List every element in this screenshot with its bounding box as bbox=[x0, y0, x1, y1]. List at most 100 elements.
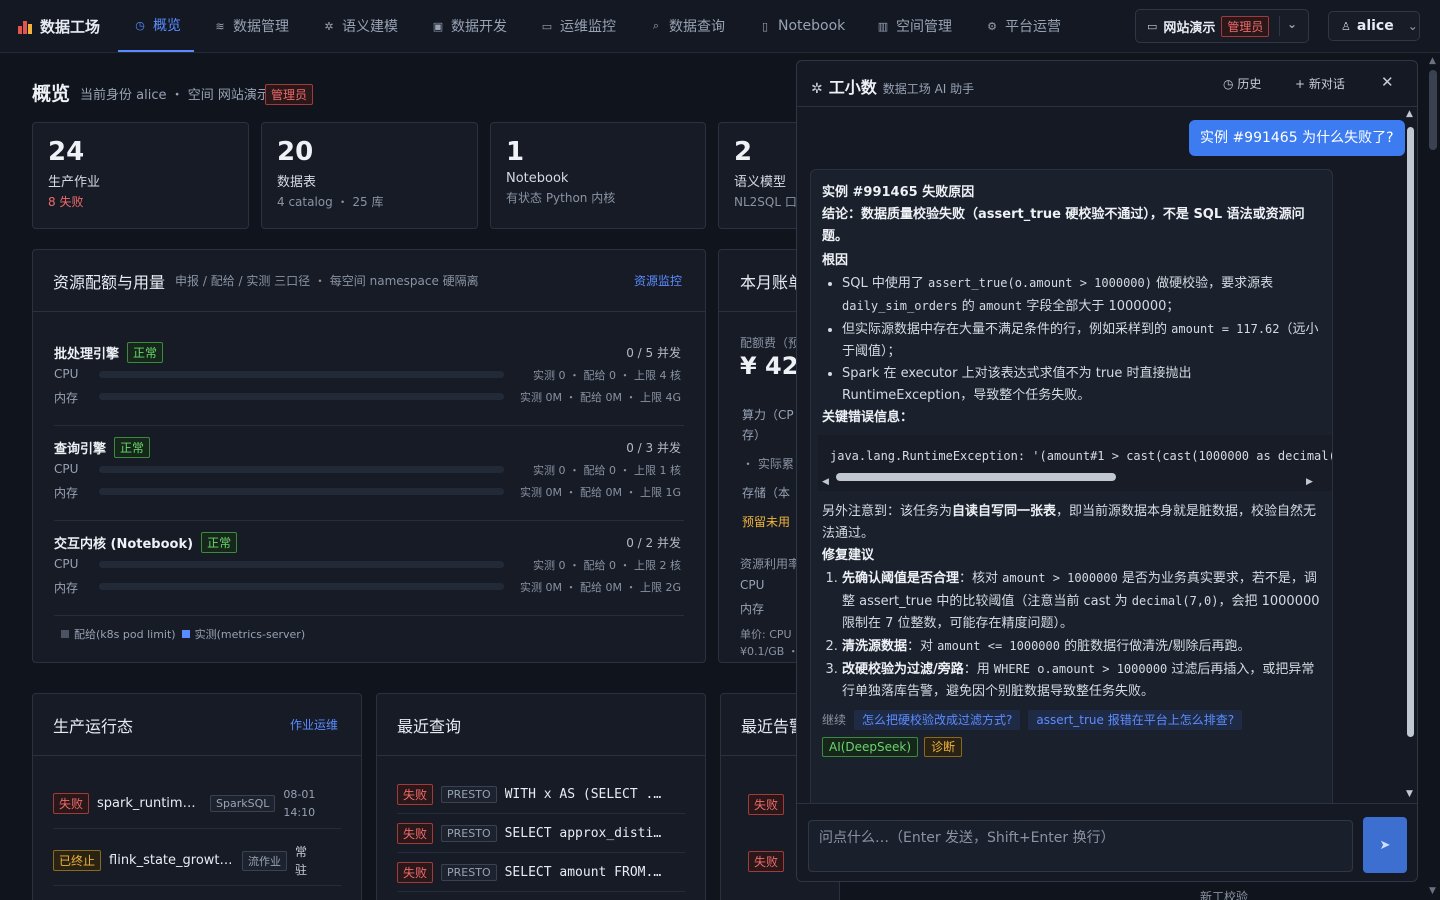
stat-card-notebook[interactable]: 1 Notebook 有状态 Python 内核 bbox=[490, 122, 706, 229]
error-code-block[interactable]: java.lang.RuntimeException: '(amount#1 >… bbox=[818, 435, 1332, 491]
user-name: alice bbox=[1356, 18, 1394, 34]
scrollbar-thumb[interactable] bbox=[836, 473, 1116, 481]
engine-tag: PRESTO bbox=[441, 864, 497, 881]
nav-label: 数据开发 bbox=[451, 19, 507, 35]
billing-compute-cont: 存） bbox=[742, 428, 767, 442]
nav-label: 数据管理 bbox=[233, 19, 289, 35]
resource-monitor-link[interactable]: 资源监控 bbox=[634, 272, 682, 289]
code-icon: ▣ bbox=[432, 19, 444, 33]
panel-header: 最近查询 bbox=[377, 694, 705, 756]
alert-footer-text: 新工校验 bbox=[1200, 890, 1249, 900]
code-run: daily_sim_orders bbox=[842, 299, 958, 313]
workspace-switcher[interactable]: ▭ 网站演示 管理员 ⌄ bbox=[1135, 9, 1309, 43]
scrollbar-thumb[interactable] bbox=[1407, 127, 1414, 737]
send-button[interactable]: ➤ bbox=[1363, 817, 1407, 873]
scroll-right-icon[interactable]: ▶ bbox=[1306, 471, 1313, 491]
nav-item-data-management[interactable]: ≋ 数据管理 bbox=[213, 0, 289, 52]
reply-heading: 实例 #991465 失败原因 bbox=[822, 182, 1321, 204]
reply-tags: AI(DeepSeek) 诊断 bbox=[822, 737, 1321, 757]
nav-label: 数据查询 bbox=[669, 19, 725, 35]
nav-item-notebook[interactable]: ▯ Notebook bbox=[758, 0, 845, 52]
scroll-up-icon[interactable]: ▲ bbox=[1406, 109, 1413, 119]
stat-sub: 4 catalog ・ 25 库 bbox=[277, 195, 384, 209]
gear-icon: ⚙ bbox=[987, 19, 997, 33]
nav-item-space-management[interactable]: ▥ 空间管理 bbox=[876, 0, 952, 52]
nav-item-data-development[interactable]: ▣ 数据开发 bbox=[431, 0, 507, 52]
query-sql: SELECT amount FROM... bbox=[504, 865, 665, 880]
cpu-label: CPU bbox=[54, 557, 79, 571]
stat-card-jobs[interactable]: 24 生产作业 8 失败 bbox=[32, 122, 249, 229]
concurrency: 0 / 2 并发 bbox=[626, 536, 681, 550]
memory-row: 内存 实测 0M ・ 配给 0M ・ 上限 4G bbox=[54, 385, 684, 407]
ai-assistant-panel: ✲ 工小数 数据工场 AI 助手 ◷ 历史 + 新对话 ✕ 实例 #991465… bbox=[796, 60, 1418, 882]
reply-heading-text: 实例 #991465 失败原因 bbox=[822, 185, 975, 200]
divider bbox=[54, 615, 684, 616]
error-title: 关键错误信息： bbox=[822, 407, 1321, 429]
query-sql: WITH x AS (SELECT ... bbox=[504, 787, 665, 802]
stat-card-tables[interactable]: 20 数据表 4 catalog ・ 25 库 bbox=[261, 122, 478, 229]
nav-label: 平台运营 bbox=[1005, 19, 1061, 35]
chevron-down-icon: ⌄ bbox=[1287, 17, 1298, 31]
status-badge: 失败 bbox=[53, 793, 90, 814]
assistant-name: 工小数 bbox=[828, 78, 877, 97]
bold-run: 自读自写同一张表 bbox=[952, 504, 1057, 519]
new-chat-button[interactable]: + 新对话 bbox=[1295, 75, 1345, 92]
nav-item-ops-monitoring[interactable]: ▭ 运维监控 bbox=[540, 0, 616, 52]
cpu-bar bbox=[99, 371, 504, 378]
divider bbox=[54, 425, 684, 426]
run-date: 08-01 bbox=[283, 787, 316, 801]
scroll-down-icon[interactable]: ▼ bbox=[1429, 886, 1436, 896]
list-item: Spark 在 executor 上对该表达式求值不为 true 时直接抛出 R… bbox=[842, 363, 1321, 407]
resource-quota-panel: 资源配额与用量 申报 / 配给 / 实测 三口径 ・ 每空间 namespace… bbox=[32, 249, 706, 663]
scroll-up-icon[interactable]: ▲ bbox=[1429, 56, 1436, 66]
cpu-value: 实测 0 ・ 配给 0 ・ 上限 2 核 bbox=[533, 559, 681, 572]
scroll-down-icon[interactable]: ▼ bbox=[1406, 789, 1413, 799]
nav-item-semantic-modeling[interactable]: ✲ 语义建模 bbox=[322, 0, 398, 52]
cpu-row: CPU 实测 0 ・ 配给 0 ・ 上限 4 核 bbox=[54, 363, 684, 385]
stat-value: 20 bbox=[277, 137, 314, 167]
page-title: 概览 bbox=[32, 83, 71, 105]
billing-price: 单价: CPU bbox=[740, 628, 792, 641]
vertical-scrollbar[interactable]: ▲ ▼ bbox=[1404, 107, 1417, 803]
scroll-left-icon[interactable]: ◀ bbox=[822, 471, 829, 491]
cpu-label: CPU bbox=[54, 367, 79, 381]
list-item: 清洗源数据：对 amount <= 1000000 的脏数据行做清洗/剔除后再跑… bbox=[842, 635, 1321, 658]
nav-label: 语义建模 bbox=[342, 19, 398, 35]
history-button[interactable]: ◷ 历史 bbox=[1223, 75, 1261, 92]
horizontal-scrollbar[interactable]: ◀ ▶ bbox=[822, 471, 1316, 487]
billing-reserved: 预留未用 bbox=[742, 515, 791, 529]
panel-title: 资源配额与用量 bbox=[53, 272, 166, 292]
run-row[interactable]: 失败 spark_runtime_exception SparkSQL 08-0… bbox=[53, 779, 341, 829]
assistant-header: ✲ 工小数 数据工场 AI 助手 ◷ 历史 + 新对话 ✕ bbox=[797, 61, 1417, 107]
search-icon: ⌕ bbox=[652, 19, 660, 32]
query-row[interactable]: 失败 PRESTO WITH x AS (SELECT ... bbox=[397, 776, 685, 814]
close-icon[interactable]: ✕ bbox=[1381, 73, 1394, 91]
nav-item-overview[interactable]: ◷ 概览 bbox=[118, 0, 194, 52]
user-menu[interactable]: ♙ alice ⌄ bbox=[1328, 11, 1420, 41]
suggestion-chip[interactable]: assert_true 报错在平台上怎么排查? bbox=[1028, 710, 1243, 730]
panel-header: 资源配额与用量 申报 / 配给 / 实测 三口径 ・ 每空间 namespace… bbox=[33, 250, 705, 312]
memory-row: 内存 实测 0M ・ 配给 0M ・ 上限 2G bbox=[54, 575, 684, 597]
divider bbox=[54, 520, 684, 521]
run-mode-cont: 驻 bbox=[295, 862, 308, 877]
database-icon: ≋ bbox=[215, 19, 225, 33]
suggestion-chip[interactable]: 怎么把硬校验改成过滤方式? bbox=[854, 710, 1021, 730]
nav-item-data-query[interactable]: ⌕ 数据查询 bbox=[649, 0, 725, 52]
brand[interactable]: 数据工场 bbox=[18, 16, 100, 37]
query-row[interactable]: 失败 PRESTO SELECT amount FROM... bbox=[397, 854, 685, 892]
top-nav: 数据工场 ◷ 概览 ≋ 数据管理 ✲ 语义建模 ▣ 数据开发 ▭ 运维监控 ⌕ … bbox=[0, 0, 1440, 53]
query-row[interactable]: 失败 PRESTO SELECT approx_distinct bbox=[397, 815, 685, 853]
job-ops-link[interactable]: 作业运维 bbox=[290, 716, 338, 733]
nav-label: 概览 bbox=[153, 18, 181, 34]
nav-item-platform-ops[interactable]: ⚙ 平台运营 bbox=[985, 0, 1061, 52]
root-cause-title-text: 根因 bbox=[822, 253, 849, 268]
status-badge: 正常 bbox=[201, 531, 238, 553]
scrollbar-thumb[interactable] bbox=[1429, 70, 1437, 150]
page-scrollbar[interactable]: ▲ ▼ bbox=[1427, 54, 1440, 900]
notebook-icon: ▯ bbox=[761, 19, 769, 33]
chat-input[interactable]: 问点什么…（Enter 发送，Shift+Enter 换行） bbox=[808, 820, 1353, 872]
nav-label: 运维监控 bbox=[560, 19, 616, 35]
list-item: 先确认阈值是否合理：核对 amount > 1000000 是否为业务真实要求，… bbox=[842, 567, 1321, 635]
building-icon: ▥ bbox=[877, 19, 889, 33]
run-row[interactable]: 已终止 flink_state_growth_job 流作业 常驻 bbox=[53, 836, 341, 886]
